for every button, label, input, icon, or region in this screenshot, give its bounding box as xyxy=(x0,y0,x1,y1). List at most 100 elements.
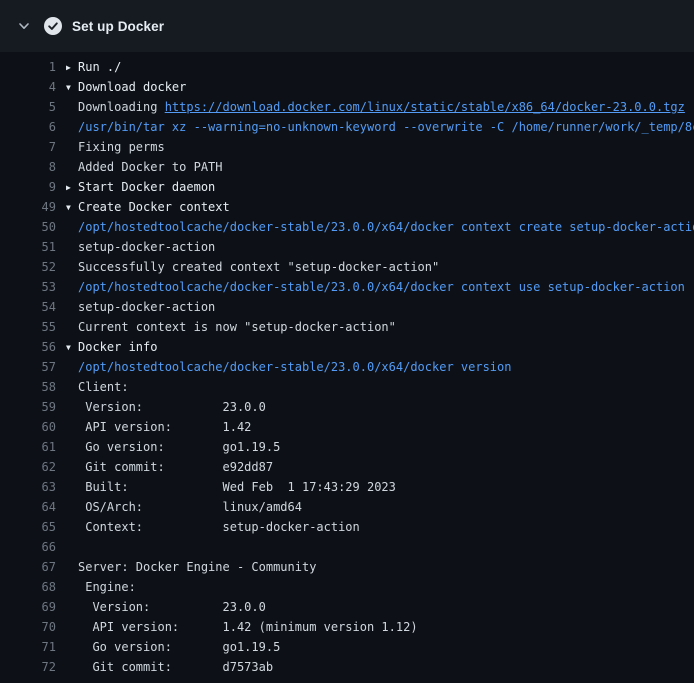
group-header[interactable]: ▼Download docker xyxy=(66,77,186,97)
line-number[interactable]: 58 xyxy=(0,377,56,397)
line-number[interactable]: 8 xyxy=(0,157,56,177)
line-number[interactable]: 52 xyxy=(0,257,56,277)
group-header[interactable]: ▶Run ./ xyxy=(66,57,121,77)
line-number[interactable]: 61 xyxy=(0,437,56,457)
line-number[interactable]: 4 xyxy=(0,77,56,97)
group-header[interactable]: ▼Create Docker context xyxy=(66,197,230,217)
log-text: Client: xyxy=(66,377,129,397)
log-line: 62 Git commit: e92dd87 xyxy=(0,457,694,477)
line-number[interactable]: 49 xyxy=(0,197,56,217)
download-link[interactable]: https://download.docker.com/linux/static… xyxy=(165,100,685,114)
log-text: Git commit: d7573ab xyxy=(66,657,273,677)
group-title: Create Docker context xyxy=(78,200,230,214)
log-text: Downloading https://download.docker.com/… xyxy=(66,97,685,117)
line-number[interactable]: 1 xyxy=(0,57,56,77)
chevron-down-icon: ▼ xyxy=(66,338,78,357)
log-line: 63 Built: Wed Feb 1 17:43:29 2023 xyxy=(0,477,694,497)
line-number[interactable]: 67 xyxy=(0,557,56,577)
line-number[interactable]: 51 xyxy=(0,237,56,257)
group-title: Start Docker daemon xyxy=(78,180,215,194)
line-number[interactable]: 65 xyxy=(0,517,56,537)
log-lines: 1▶Run ./4▼Download docker5Downloading ht… xyxy=(0,52,694,677)
line-number[interactable]: 64 xyxy=(0,497,56,517)
log-text: API version: 1.42 xyxy=(66,417,251,437)
chevron-down-icon: ▼ xyxy=(66,78,78,97)
log-text: OS/Arch: linux/amd64 xyxy=(66,497,302,517)
step-header[interactable]: Set up Docker xyxy=(0,0,694,52)
command-text: /opt/hostedtoolcache/docker-stable/23.0.… xyxy=(66,357,511,377)
log-text: Go version: go1.19.5 xyxy=(66,437,280,457)
line-number[interactable]: 69 xyxy=(0,597,56,617)
line-number[interactable]: 50 xyxy=(0,217,56,237)
line-number[interactable]: 68 xyxy=(0,577,56,597)
chevron-down-icon: ▼ xyxy=(66,198,78,217)
line-number[interactable]: 54 xyxy=(0,297,56,317)
line-number[interactable]: 63 xyxy=(0,477,56,497)
log-line: 65 Context: setup-docker-action xyxy=(0,517,694,537)
log-text: setup-docker-action xyxy=(66,297,215,317)
log-line: 53/opt/hostedtoolcache/docker-stable/23.… xyxy=(0,277,694,297)
group-title: Run ./ xyxy=(78,60,121,74)
line-number[interactable]: 66 xyxy=(0,537,56,557)
line-number[interactable]: 6 xyxy=(0,117,56,137)
group-title: Docker info xyxy=(78,340,157,354)
log-line: 8Added Docker to PATH xyxy=(0,157,694,177)
log-line: 69 Version: 23.0.0 xyxy=(0,597,694,617)
log-text: Successfully created context "setup-dock… xyxy=(66,257,439,277)
log-line: 70 API version: 1.42 (minimum version 1.… xyxy=(0,617,694,637)
check-circle-icon xyxy=(44,17,62,35)
log-line: 61 Go version: go1.19.5 xyxy=(0,437,694,457)
log-text: Context: setup-docker-action xyxy=(66,517,360,537)
line-number[interactable]: 72 xyxy=(0,657,56,677)
step-title: Set up Docker xyxy=(72,19,164,34)
chevron-down-icon[interactable] xyxy=(16,18,32,34)
log-line: 72 Git commit: d7573ab xyxy=(0,657,694,677)
line-number[interactable]: 62 xyxy=(0,457,56,477)
group-header[interactable]: ▶Start Docker daemon xyxy=(66,177,215,197)
log-line: 50/opt/hostedtoolcache/docker-stable/23.… xyxy=(0,217,694,237)
line-number[interactable]: 60 xyxy=(0,417,56,437)
log-text: Built: Wed Feb 1 17:43:29 2023 xyxy=(66,477,396,497)
command-text: /opt/hostedtoolcache/docker-stable/23.0.… xyxy=(66,217,694,237)
log-text: API version: 1.42 (minimum version 1.12) xyxy=(66,617,418,637)
log-line: 51 setup-docker-action xyxy=(0,237,694,257)
line-number[interactable]: 71 xyxy=(0,637,56,657)
log-text: Server: Docker Engine - Community xyxy=(66,557,316,577)
line-number[interactable]: 70 xyxy=(0,617,56,637)
line-number[interactable]: 9 xyxy=(0,177,56,197)
line-number[interactable]: 7 xyxy=(0,137,56,157)
log-line: 7 Fixing perms xyxy=(0,137,694,157)
log-text: Version: 23.0.0 xyxy=(66,597,266,617)
log-line: 67 Server: Docker Engine - Community xyxy=(0,557,694,577)
log-line: 66 xyxy=(0,537,694,557)
line-number[interactable]: 56 xyxy=(0,337,56,357)
log-text: Version: 23.0.0 xyxy=(66,397,266,417)
log-line: 56 ▼Docker info xyxy=(0,337,694,357)
log-text: Engine: xyxy=(66,577,136,597)
chevron-right-icon: ▶ xyxy=(66,178,78,197)
log-line: 49 ▼Create Docker context xyxy=(0,197,694,217)
log-line: 5 Downloading https://download.docker.com… xyxy=(0,97,694,117)
log-line: 60 API version: 1.42 xyxy=(0,417,694,437)
log-line: 1 ▶Run ./ xyxy=(0,57,694,77)
log-line: 71 Go version: go1.19.5 xyxy=(0,637,694,657)
line-number[interactable]: 53 xyxy=(0,277,56,297)
log-line: 55 Current context is now "setup-docker-a… xyxy=(0,317,694,337)
log-text: Go version: go1.19.5 xyxy=(66,637,280,657)
log-line: 57/opt/hostedtoolcache/docker-stable/23.… xyxy=(0,357,694,377)
log-line: 59 Version: 23.0.0 xyxy=(0,397,694,417)
line-number[interactable]: 59 xyxy=(0,397,56,417)
log-line: 64 OS/Arch: linux/amd64 xyxy=(0,497,694,517)
group-header[interactable]: ▼Docker info xyxy=(66,337,157,357)
log-text: setup-docker-action xyxy=(66,237,215,257)
log-text: Fixing perms xyxy=(66,137,165,157)
log-text-prefix: Downloading xyxy=(78,100,165,114)
log-viewer: Set up Docker 1▶Run ./4▼Download docker5… xyxy=(0,0,694,677)
line-number[interactable]: 5 xyxy=(0,97,56,117)
log-line: 4 ▼Download docker xyxy=(0,77,694,97)
log-line: 9 ▶Start Docker daemon xyxy=(0,177,694,197)
command-text: /opt/hostedtoolcache/docker-stable/23.0.… xyxy=(66,277,685,297)
line-number[interactable]: 57 xyxy=(0,357,56,377)
line-number[interactable]: 55 xyxy=(0,317,56,337)
log-text: Current context is now "setup-docker-act… xyxy=(66,317,396,337)
